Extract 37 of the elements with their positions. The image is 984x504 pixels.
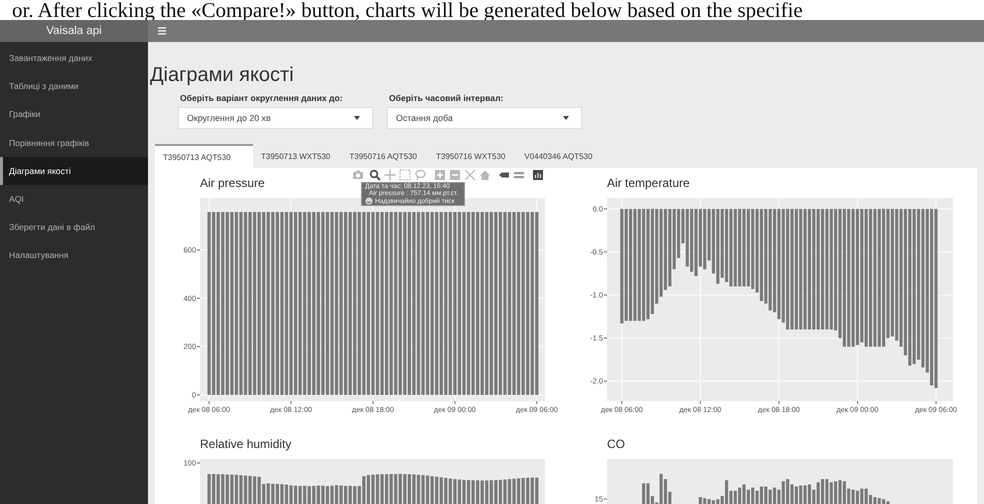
nav-item[interactable]: Діаграми якості <box>0 156 148 185</box>
zoom-out-icon[interactable] <box>449 169 461 181</box>
menu-icon[interactable] <box>158 27 166 35</box>
smiley-icon <box>365 197 373 206</box>
field-label: Оберіть часовий інтервал: <box>388 93 504 103</box>
caret-icon <box>563 116 569 120</box>
dropdown[interactable]: Округлення до 20 хв <box>178 107 373 129</box>
dropdown[interactable]: Остання доба <box>387 107 582 129</box>
tab[interactable]: V0440346 AQT530 <box>516 144 604 168</box>
chart-title: Relative humidity <box>200 437 292 451</box>
nav-item[interactable]: Таблиці з даними <box>0 72 148 100</box>
zoom-icon[interactable] <box>369 169 381 181</box>
caption-text: or. After clicking the «Compare!» button, charts will be generated below based on the specifie <box>11 0 803 20</box>
chart-logo-icon[interactable] <box>532 169 544 181</box>
lasso-icon[interactable] <box>414 169 426 181</box>
autoscale-icon[interactable] <box>464 169 476 181</box>
chart-title: CO <box>607 437 625 451</box>
zoom-in-icon[interactable] <box>434 169 446 181</box>
box-select-icon[interactable] <box>399 169 411 181</box>
app-title: Vaisala api <box>46 25 102 37</box>
caret-icon <box>354 116 360 120</box>
tab[interactable]: T3950716 WXT530 <box>428 144 516 168</box>
nav-item[interactable]: AQI <box>0 184 148 214</box>
chart-title: Air pressure <box>200 176 265 190</box>
tab[interactable]: T3950716 AQT530 <box>341 144 428 168</box>
nav-item[interactable]: Графіки <box>0 100 148 129</box>
camera-icon[interactable] <box>352 169 364 181</box>
tab[interactable]: T3950713 WXT530 <box>253 144 342 168</box>
nav-item[interactable]: Завантаження даних <box>0 44 148 72</box>
page-title: Діаграми якості <box>150 64 294 86</box>
nav-item[interactable]: Зберегти дані в файл <box>0 213 148 242</box>
field-label: Оберіть варіант округлення даних до: <box>179 93 344 103</box>
nav-item[interactable]: Порівняння графіків <box>0 128 148 157</box>
nav-item[interactable]: Налаштування <box>0 241 148 270</box>
home-icon[interactable] <box>479 169 491 181</box>
chart-title: Air temperature <box>607 176 690 190</box>
tab[interactable]: T3950713 AQT530 <box>155 144 253 168</box>
